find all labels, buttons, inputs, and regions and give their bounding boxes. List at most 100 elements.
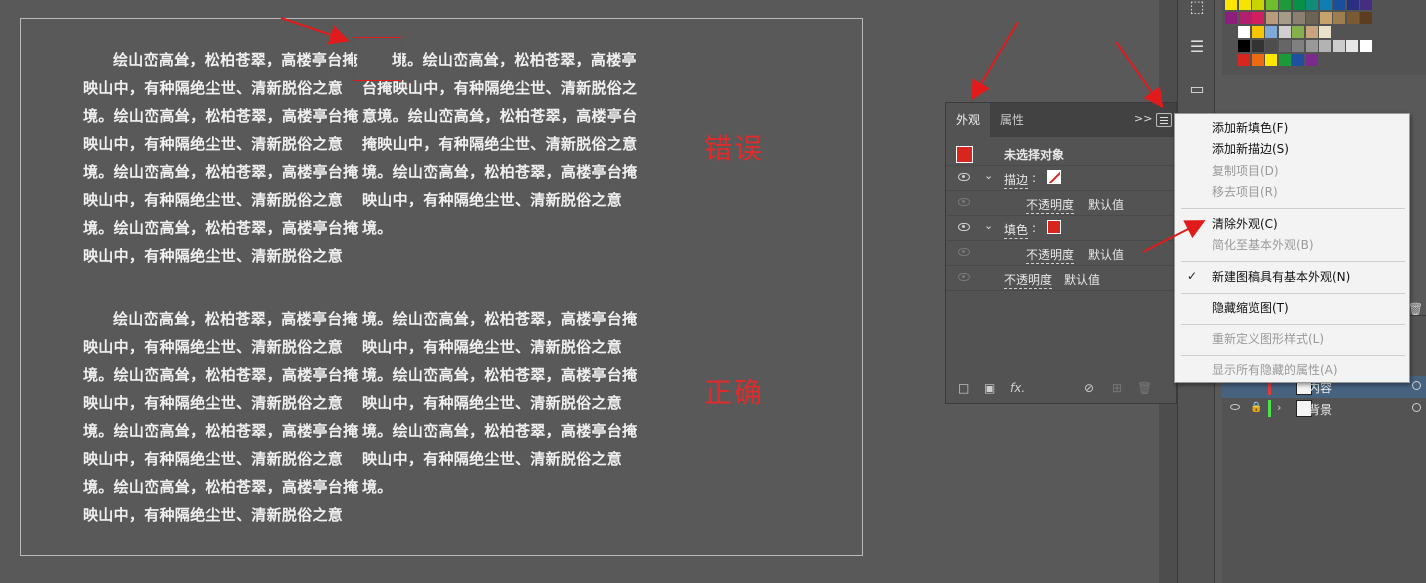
color-swatch[interactable] [1265, 12, 1278, 24]
lock-icon[interactable]: 🔒 [1250, 402, 1262, 413]
layer-target-icon[interactable] [1412, 381, 1421, 390]
menu-item-new-art-basic[interactable]: 新建图稿具有基本外观(N) [1212, 268, 1350, 286]
menu-item-redefine-style[interactable]: 重新定义图形样式(L) [1212, 330, 1324, 348]
trash-icon[interactable]: 🗑 [1137, 381, 1152, 395]
text-column-wrong-left[interactable]: 绘山峦高耸，松柏苍翠，高楼亭台掩 映山中，有种隔绝尘世、清新脱俗之意 境。绘山峦高耸… [83, 46, 363, 270]
color-swatch[interactable] [1319, 40, 1331, 52]
color-swatch[interactable] [1360, 12, 1372, 24]
eye-icon[interactable] [958, 173, 970, 181]
color-swatch[interactable] [1346, 40, 1358, 52]
color-swatch[interactable] [1292, 26, 1304, 38]
appearance-row-fill[interactable]: ⌄ 填色 : [946, 216, 1178, 241]
color-swatch[interactable] [1252, 0, 1264, 10]
clear-icon[interactable]: ⊘ [1084, 381, 1094, 395]
eye-icon[interactable] [958, 273, 970, 281]
color-swatch[interactable] [1359, 40, 1372, 52]
text-column-correct-right[interactable]: 境。绘山峦高耸，松柏苍翠，高楼亭台掩 映山中，有种隔绝尘世、清新脱俗之意 境。绘山峦… [362, 305, 642, 501]
color-swatch[interactable] [1292, 0, 1305, 10]
menu-item-remove[interactable]: 移去项目(R) [1212, 183, 1278, 201]
color-swatch[interactable] [1251, 40, 1264, 52]
eye-icon[interactable] [958, 248, 970, 256]
color-swatch[interactable] [1292, 54, 1304, 66]
tab-properties[interactable]: 属性 [990, 103, 1034, 137]
eye-icon[interactable] [1230, 404, 1240, 410]
text-column-wrong-right[interactable]: 境。绘山峦高耸，松柏苍翠，高楼亭 台掩映山中，有种隔绝尘世、清新脱俗之 意境。绘山峦… [362, 46, 642, 242]
duplicate-icon[interactable]: ⊞ [1112, 381, 1122, 395]
color-swatch[interactable] [1319, 26, 1331, 38]
color-swatch[interactable] [1305, 54, 1318, 66]
menu-item-hide-thumbnail[interactable]: 隐藏缩览图(T) [1212, 299, 1289, 317]
menu-item-reduce-basic[interactable]: 简化至基本外观(B) [1212, 236, 1314, 254]
color-swatch[interactable] [1305, 26, 1318, 38]
text-line: 境。绘山峦高耸，松柏苍翠，高楼亭台掩 [83, 478, 359, 496]
align-icon[interactable]: ☰ [1186, 36, 1208, 58]
color-swatch[interactable] [1360, 0, 1372, 10]
layer-target-icon[interactable] [1412, 403, 1421, 412]
color-swatch[interactable] [1278, 40, 1291, 52]
panel-collapse-icon[interactable]: >> [1134, 112, 1152, 125]
color-swatch[interactable] [1305, 40, 1318, 52]
menu-item-show-hidden[interactable]: 显示所有隐藏的属性(A) [1212, 361, 1338, 379]
add-fill-icon[interactable]: ▣ [984, 381, 995, 395]
chevron-down-icon[interactable]: ⌄ [984, 219, 993, 232]
color-swatch[interactable] [1278, 26, 1291, 38]
opacity-label[interactable]: 不透明度 [1004, 271, 1053, 289]
appearance-row-fill-opacity[interactable]: 不透明度 默认值 [946, 241, 1178, 266]
menu-item-add-fill[interactable]: 添加新填色(F) [1212, 119, 1288, 137]
stroke-label[interactable]: 描边 [1004, 171, 1029, 189]
add-stroke-icon[interactable]: □ [958, 381, 969, 395]
color-swatch[interactable] [1265, 0, 1278, 10]
color-swatch[interactable] [1292, 12, 1305, 24]
color-swatch[interactable] [1238, 40, 1250, 52]
color-swatch[interactable] [1225, 12, 1237, 24]
appearance-row-selection[interactable]: 未选择对象 [946, 141, 1178, 166]
menu-item-clear-appearance[interactable]: 清除外观(C) [1212, 215, 1278, 233]
tab-appearance[interactable]: 外观 [946, 103, 991, 137]
artboard-icon[interactable]: ⬚ [1186, 0, 1208, 18]
color-swatch[interactable] [1238, 0, 1251, 10]
color-swatch[interactable] [1252, 12, 1264, 24]
color-swatch[interactable] [1265, 26, 1277, 38]
color-swatch[interactable] [1292, 40, 1304, 52]
fx-icon[interactable]: fx. [1010, 381, 1025, 395]
color-swatch[interactable] [1238, 54, 1250, 66]
color-swatch[interactable] [1306, 0, 1318, 10]
fill-label[interactable]: 填色 [1004, 221, 1029, 239]
color-swatch[interactable] [1346, 12, 1359, 24]
opacity-label[interactable]: 不透明度 [1026, 246, 1075, 264]
color-swatch[interactable] [1265, 40, 1277, 52]
color-swatch[interactable] [1225, 0, 1237, 10]
color-swatch[interactable] [1238, 12, 1251, 24]
gradient-icon[interactable]: ▭ [1186, 78, 1208, 100]
color-swatch[interactable] [1265, 54, 1277, 66]
color-swatch[interactable] [1319, 0, 1332, 10]
color-swatch[interactable] [1279, 0, 1291, 10]
menu-item-duplicate[interactable]: 复制项目(D) [1212, 162, 1279, 180]
color-swatch[interactable] [1333, 0, 1345, 10]
color-swatch[interactable] [1332, 40, 1345, 52]
fill-swatch[interactable] [1047, 220, 1061, 234]
color-swatch[interactable] [1278, 54, 1291, 66]
color-swatch[interactable] [1346, 0, 1359, 10]
color-swatch[interactable] [1238, 26, 1250, 38]
panel-menu-icon[interactable] [1156, 113, 1172, 127]
eye-icon[interactable] [958, 223, 970, 231]
color-swatch[interactable] [1251, 54, 1264, 66]
menu-item-add-stroke[interactable]: 添加新描边(S) [1212, 140, 1289, 158]
layer-row[interactable]: 🔒 › 背景 [1222, 398, 1426, 420]
color-swatch[interactable] [1319, 12, 1332, 24]
color-swatch[interactable] [1333, 12, 1345, 24]
chevron-down-icon[interactable]: ⌄ [984, 169, 993, 182]
eye-icon[interactable] [958, 198, 970, 206]
text-column-correct-left[interactable]: 绘山峦高耸，松柏苍翠，高楼亭台掩 映山中，有种隔绝尘世、清新脱俗之意 境。绘山峦高耸… [83, 305, 363, 529]
opacity-label[interactable]: 不透明度 [1026, 196, 1075, 214]
color-swatch[interactable] [1251, 26, 1264, 38]
stroke-swatch[interactable] [1047, 170, 1061, 184]
trash-icon[interactable]: 🗑 [1408, 302, 1423, 316]
color-swatch[interactable] [1279, 12, 1291, 24]
appearance-row-opacity[interactable]: 不透明度 默认值 [946, 266, 1178, 291]
expand-chevron-icon[interactable]: › [1277, 401, 1281, 414]
appearance-row-stroke[interactable]: ⌄ 描边 : [946, 166, 1178, 191]
color-swatch[interactable] [1306, 12, 1318, 24]
appearance-row-stroke-opacity[interactable]: 不透明度 默认值 [946, 191, 1178, 216]
